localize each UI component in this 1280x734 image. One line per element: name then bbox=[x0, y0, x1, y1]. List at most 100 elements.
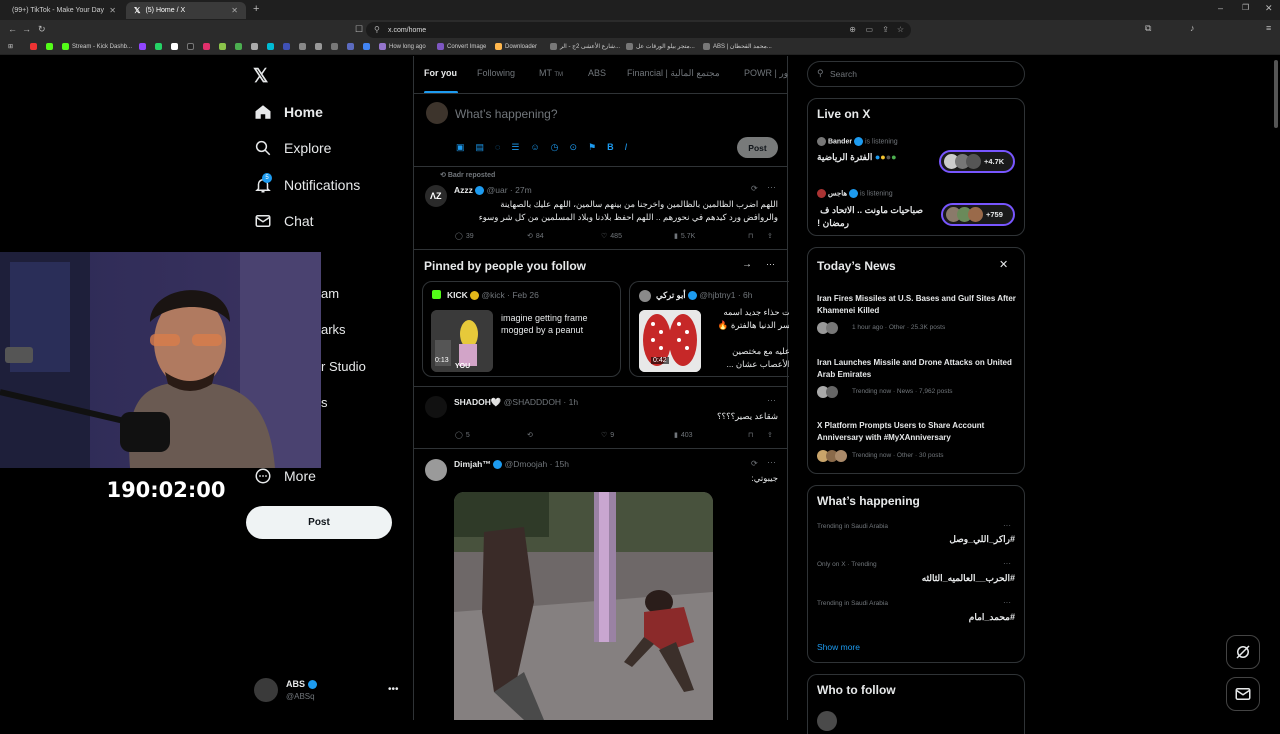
zoom-icon[interactable]: ⊕ bbox=[849, 25, 856, 34]
reply-button[interactable]: ◯ 5 bbox=[455, 431, 470, 440]
bookmark-icon-generic[interactable] bbox=[283, 43, 290, 50]
minimize-icon[interactable]: – bbox=[1218, 3, 1223, 13]
scrollbar[interactable] bbox=[1274, 60, 1278, 128]
tweet-author[interactable]: SHADOH🤍 bbox=[454, 397, 501, 407]
tweet-handle[interactable]: @uar · 27m bbox=[487, 185, 532, 195]
pinned-card-kick[interactable]: KICK @kick · Feb 26 0:13 YOU imagine get… bbox=[422, 281, 621, 377]
close-icon[interactable]: ✕ bbox=[999, 258, 1008, 271]
avatar[interactable] bbox=[425, 459, 447, 481]
trend-tag[interactable]: #محمد_امام bbox=[817, 612, 1015, 623]
arrow-right-icon[interactable]: → bbox=[742, 259, 752, 270]
bookmark-icon-twitch[interactable] bbox=[139, 43, 146, 50]
bookmark-how-long-ago[interactable]: How long ago bbox=[379, 43, 426, 50]
star-icon[interactable]: ☆ bbox=[897, 25, 904, 34]
bookmark-abs[interactable]: ABS | محمد القحطان... bbox=[703, 43, 772, 50]
search-input[interactable]: ⚲ Search bbox=[807, 61, 1025, 87]
tab-x-home[interactable]: 𝕏 (5) Home / X ✕ bbox=[126, 2, 246, 19]
repost-button[interactable]: ⟲ bbox=[527, 431, 533, 439]
new-tab-icon[interactable]: + bbox=[253, 3, 259, 15]
trend-tag[interactable]: #راكر_اللي_وصل bbox=[817, 534, 1015, 545]
share-icon[interactable]: ⇪ bbox=[767, 232, 773, 240]
bookmark-icon-whatsapp[interactable] bbox=[155, 43, 162, 50]
tab-following[interactable]: Following bbox=[477, 68, 515, 78]
close-window-icon[interactable]: ✕ bbox=[1265, 3, 1273, 14]
tweet-video[interactable] bbox=[454, 492, 713, 720]
bookmark-icon-x[interactable] bbox=[171, 43, 178, 50]
more-icon[interactable]: ··· bbox=[1003, 559, 1011, 568]
share-icon[interactable]: ⇪ bbox=[767, 431, 773, 439]
card-video-thumbnail[interactable]: 0:42 bbox=[639, 310, 701, 372]
tab-financial[interactable]: Financial | مجتمع المالية bbox=[627, 68, 720, 79]
bookmark-icon[interactable]: ⊓ bbox=[748, 431, 753, 439]
x-logo-icon[interactable]: 𝕏 bbox=[253, 65, 268, 88]
bookmark-icon-generic[interactable] bbox=[235, 43, 242, 50]
more-icon[interactable]: ··· bbox=[767, 395, 776, 405]
menu-icon[interactable]: ≡ bbox=[1266, 23, 1271, 33]
bookmark-store[interactable]: متجر بيلو الورقات عل... bbox=[626, 43, 695, 50]
bookmark-icon-tiktok-2[interactable] bbox=[187, 43, 194, 50]
post-button[interactable]: Post bbox=[246, 506, 392, 539]
bookmark-icon-generic[interactable] bbox=[299, 43, 306, 50]
grok-icon[interactable]: ◌ bbox=[495, 142, 500, 153]
tab-mt[interactable]: MT TM bbox=[539, 68, 563, 78]
bookmark-kick-dashboard[interactable]: Stream - Kick Dashb... bbox=[62, 43, 132, 50]
account-name[interactable]: ABS bbox=[286, 679, 317, 690]
schedule-icon[interactable]: ◷ bbox=[551, 142, 559, 153]
apps-icon[interactable]: ⊞ bbox=[8, 43, 13, 50]
bookmark-convert-image[interactable]: Convert Image bbox=[437, 43, 486, 50]
more-icon[interactable]: ··· bbox=[766, 259, 775, 269]
account-menu-icon[interactable]: ••• bbox=[388, 684, 399, 695]
bookmark-icon-kick[interactable] bbox=[46, 43, 53, 50]
news-headline[interactable]: Iran Fires Missiles at U.S. Bases and Gu… bbox=[817, 293, 1017, 317]
nav-partial-label[interactable]: arks bbox=[321, 322, 346, 337]
italic-icon[interactable]: I bbox=[625, 142, 628, 153]
site-info-icon[interactable]: ⚲ bbox=[374, 25, 380, 34]
bookmark-icon[interactable]: ⊓ bbox=[748, 232, 753, 240]
nav-chat[interactable]: Chat bbox=[254, 209, 314, 233]
more-icon[interactable]: ··· bbox=[1003, 521, 1011, 530]
compose-input[interactable]: What’s happening? bbox=[455, 107, 558, 121]
avatar[interactable] bbox=[425, 396, 447, 418]
close-icon[interactable]: ✕ bbox=[109, 6, 116, 15]
bookmark-icon-generic[interactable] bbox=[363, 43, 370, 50]
cast-icon[interactable]: ▭ bbox=[865, 25, 873, 34]
more-icon[interactable]: ··· bbox=[767, 457, 776, 467]
nav-explore[interactable]: Explore bbox=[254, 136, 331, 160]
compose-post-button[interactable]: Post bbox=[737, 137, 778, 158]
bookmark-icon-generic[interactable] bbox=[331, 43, 338, 50]
extensions-icon[interactable]: ⧉ bbox=[1145, 23, 1151, 34]
flag-icon[interactable]: ⚑ bbox=[588, 142, 596, 153]
location-icon[interactable]: ⊙ bbox=[570, 142, 578, 153]
nav-partial-label[interactable]: am bbox=[321, 286, 339, 301]
bookmark-icon-generic[interactable] bbox=[219, 43, 226, 50]
bold-icon[interactable]: B bbox=[607, 142, 614, 153]
bookmark-street[interactable]: شارع الأعشى 2ج - الر... bbox=[550, 43, 620, 50]
bookmark-icon-tiktok[interactable] bbox=[30, 43, 37, 50]
emoji-icon[interactable]: ☺ bbox=[530, 142, 539, 153]
avatar[interactable] bbox=[254, 678, 278, 702]
poll-icon[interactable]: ☰ bbox=[511, 142, 519, 153]
bookmark-icon-instagram[interactable] bbox=[203, 43, 210, 50]
tweet-author[interactable]: Azzz bbox=[454, 185, 473, 195]
news-headline[interactable]: Iran Launches Missile and Drone Attacks … bbox=[817, 357, 1017, 381]
grok-icon[interactable]: ⟳ bbox=[751, 459, 758, 468]
reply-button[interactable]: ◯ 39 bbox=[455, 232, 474, 241]
live-host[interactable]: هاجس is listening bbox=[817, 189, 893, 198]
views-button[interactable]: ▮ 403 bbox=[674, 431, 693, 440]
live-listeners-pill[interactable]: +4.7K bbox=[939, 150, 1015, 173]
bookmark-icon-generic[interactable] bbox=[315, 43, 322, 50]
views-button[interactable]: ▮ 5.7K bbox=[674, 232, 695, 241]
image-icon[interactable]: ▣ bbox=[456, 142, 465, 153]
reload-icon[interactable]: ↻ bbox=[38, 24, 46, 35]
pinned-card-abu-turki[interactable]: أبو تركي @hjbtny1 · 6h 0:42 ت حذاء جديد … bbox=[629, 281, 789, 377]
back-icon[interactable]: ← bbox=[8, 24, 17, 34]
nav-partial-label[interactable]: s bbox=[321, 395, 328, 410]
music-icon[interactable]: ♪ bbox=[1190, 23, 1195, 33]
repost-button[interactable]: ⟲ 84 bbox=[527, 232, 544, 241]
bookmark-icon[interactable]: ☐ bbox=[355, 24, 363, 35]
live-listeners-pill[interactable]: +759 bbox=[941, 203, 1015, 226]
forward-icon[interactable]: → bbox=[22, 24, 31, 34]
tweet-handle[interactable]: @Dmoojah · 15h bbox=[505, 459, 569, 469]
tweet-author[interactable]: Dimjah™ bbox=[454, 459, 491, 469]
tweet-handle[interactable]: @SHADDDOH · 1h bbox=[504, 397, 578, 407]
